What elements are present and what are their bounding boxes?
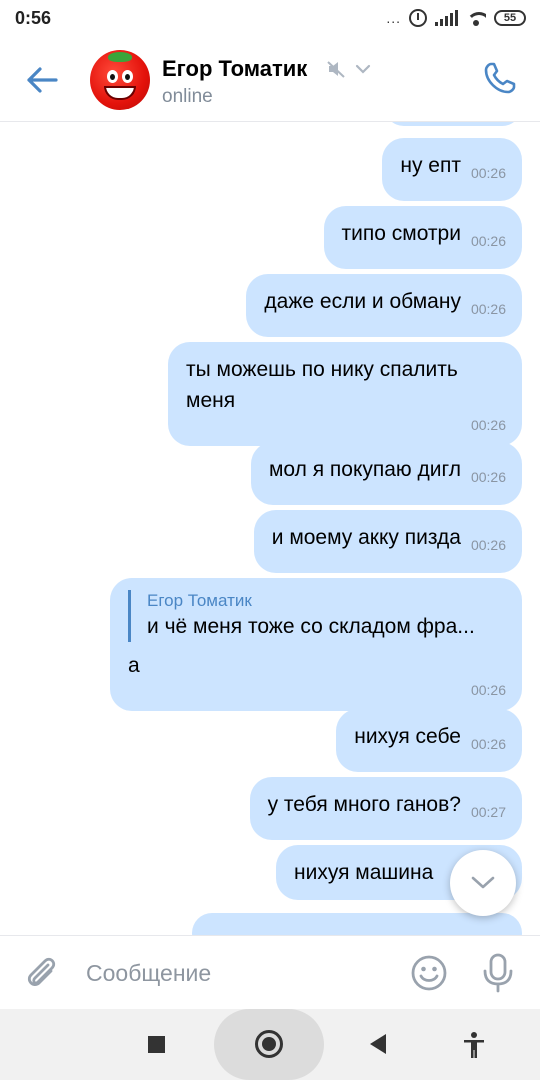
status-bar: 0:56 ... 55 <box>0 0 540 38</box>
message-text: у тебя много ганов? <box>267 793 461 816</box>
chat-header: Егор Томатик online <box>0 38 540 122</box>
scroll-down-button[interactable] <box>450 850 516 916</box>
avatar[interactable] <box>90 50 150 110</box>
message-time: 00:26 <box>470 417 506 433</box>
message-text: ну епт <box>400 154 461 177</box>
message-text: даже если и обману <box>264 290 461 313</box>
battery-icon: 55 <box>494 10 526 26</box>
message-time: 00:26 <box>470 736 506 752</box>
contact-status: online <box>162 86 213 107</box>
accessibility-icon[interactable] <box>461 1031 487 1059</box>
message-time: 00:27 <box>470 804 506 820</box>
message-bubble[interactable]: и моему акку пизда 00:26 <box>253 510 522 573</box>
message-time: 00:26 <box>470 537 506 553</box>
message-list[interactable]: ну епт 00:26 типо смотри 00:26 даже если и… <box>0 122 540 935</box>
reply-text: и чё меня тоже со складом фра... <box>147 615 475 638</box>
status-icons: ... 55 <box>386 9 526 27</box>
home-button[interactable] <box>255 1030 283 1058</box>
message-bubble-partial <box>384 122 522 126</box>
message-time: 00:26 <box>470 301 506 317</box>
message-bubble[interactable]: мол я покупаю дигл 00:26 <box>250 442 522 505</box>
message-text: мол я покупаю дигл <box>268 458 461 481</box>
chevron-down-icon[interactable] <box>354 60 372 78</box>
message-time: 00:26 <box>470 469 506 485</box>
back-arrow-icon <box>27 67 58 93</box>
message-composer <box>0 935 540 1009</box>
message-bubble[interactable]: нихуя себе 00:26 <box>336 709 522 772</box>
message-text: а <box>128 654 140 677</box>
message-bubble-reply[interactable]: Егор Томатик и чё меня тоже со складом ф… <box>110 578 522 711</box>
system-back-button[interactable] <box>370 1034 386 1054</box>
muted-icon <box>327 61 345 78</box>
message-text: нихуя машина <box>294 861 434 884</box>
phone-icon <box>484 62 516 94</box>
microphone-icon[interactable] <box>478 952 518 994</box>
contact-name[interactable]: Егор Томатик <box>162 56 307 82</box>
message-time: 00:26 <box>470 233 506 249</box>
message-bubble[interactable]: типо смотри 00:26 <box>323 206 522 269</box>
message-bubble[interactable]: ну епт 00:26 <box>382 138 522 201</box>
message-input[interactable] <box>86 954 386 992</box>
message-time: 00:26 <box>470 165 506 181</box>
system-nav-bar <box>0 1009 540 1080</box>
recents-button[interactable] <box>148 1036 165 1053</box>
message-text: и моему акку пизда <box>271 526 461 549</box>
message-text: нихуя себе <box>354 725 461 748</box>
back-button[interactable] <box>22 60 62 100</box>
message-bubble[interactable]: даже если и обману 00:26 <box>246 274 522 337</box>
message-text: ты можешь по нику спалить меня <box>186 358 458 412</box>
message-time: 00:26 <box>470 682 506 698</box>
message-text: типо смотри <box>341 222 461 245</box>
notification-dots-icon: ... <box>386 10 401 26</box>
reply-quote[interactable]: Егор Томатик и чё меня тоже со складом ф… <box>128 590 506 642</box>
call-button[interactable] <box>480 58 520 98</box>
message-bubble[interactable]: у тебя много ганов? 00:27 <box>249 777 522 840</box>
chevron-down-icon <box>471 876 495 889</box>
reply-author: Егор Томатик <box>147 591 252 610</box>
message-bubble[interactable]: ты можешь по нику спалить меня 00:26 <box>168 342 522 446</box>
wifi-icon <box>466 10 486 26</box>
alarm-icon <box>409 9 427 27</box>
attach-icon[interactable] <box>22 953 62 993</box>
message-bubble-partial <box>192 913 522 935</box>
status-time: 0:56 <box>15 8 52 28</box>
emoji-icon[interactable] <box>410 954 448 992</box>
signal-icon <box>435 10 458 26</box>
